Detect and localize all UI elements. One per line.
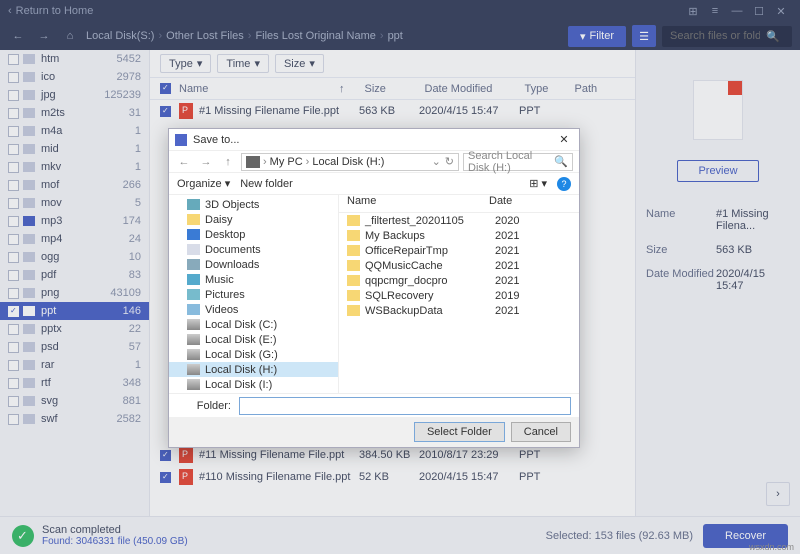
dialog-title: Save to... — [193, 134, 555, 146]
tree-item[interactable]: Downloads — [169, 257, 338, 272]
dialog-icon — [175, 134, 187, 146]
dlg-forward[interactable]: → — [197, 153, 215, 171]
folder-icon — [347, 260, 360, 271]
ico-pics-icon — [187, 289, 200, 300]
dlg-path[interactable]: ›My PC ›Local Disk (H:) ⌄↻ — [241, 153, 459, 171]
tree-item[interactable]: Daisy — [169, 212, 338, 227]
folder-icon — [347, 275, 360, 286]
dlg-search[interactable]: Search Local Disk (H:)🔍 — [463, 153, 573, 171]
tree-item[interactable]: Pictures — [169, 287, 338, 302]
tree-item[interactable]: Documents — [169, 242, 338, 257]
folder-icon — [347, 215, 360, 226]
folder-icon — [347, 290, 360, 301]
organize-menu[interactable]: Organize ▾ — [177, 177, 230, 190]
list-item[interactable]: QQMusicCache2021 — [339, 258, 579, 273]
dlg-back[interactable]: ← — [175, 153, 193, 171]
ico-down-icon — [187, 259, 200, 270]
tree-item[interactable]: Local Disk (H:) — [169, 362, 338, 377]
ico-docs-icon — [187, 244, 200, 255]
folder-tree[interactable]: 3D ObjectsDaisyDesktopDocumentsDownloads… — [169, 195, 339, 393]
watermark: wsxdn.com — [749, 542, 794, 552]
list-item[interactable]: _filtertest_202011052020 — [339, 213, 579, 228]
tree-item[interactable]: Local Disk (E:) — [169, 332, 338, 347]
ico-disk-icon — [187, 319, 200, 330]
dlg-list-header: Name Date — [339, 195, 579, 213]
list-item[interactable]: My Backups2021 — [339, 228, 579, 243]
ico-vids-icon — [187, 304, 200, 315]
ico-disk-icon — [187, 334, 200, 345]
folder-label: Folder: — [177, 400, 231, 412]
tree-item[interactable]: 3D Objects — [169, 197, 338, 212]
dialog-close-button[interactable]: ✕ — [555, 133, 573, 146]
pc-icon — [246, 156, 260, 168]
folder-icon — [347, 245, 360, 256]
ico-disk-icon — [187, 364, 200, 375]
cancel-button[interactable]: Cancel — [511, 422, 571, 442]
tree-item[interactable]: Music — [169, 272, 338, 287]
ico-3d-icon — [187, 199, 200, 210]
list-item[interactable]: OfficeRepairTmp2021 — [339, 243, 579, 258]
new-folder-button[interactable]: New folder — [240, 178, 293, 190]
dlg-up[interactable]: ↑ — [219, 153, 237, 171]
folder-icon — [347, 305, 360, 316]
help-icon[interactable]: ? — [557, 177, 571, 191]
tree-item[interactable]: Local Disk (I:) — [169, 377, 338, 392]
list-item[interactable]: WSBackupData2021 — [339, 303, 579, 318]
folder-input[interactable] — [239, 397, 571, 415]
tree-item[interactable]: Videos — [169, 302, 338, 317]
folder-icon — [347, 230, 360, 241]
view-menu[interactable]: ⊞ ▾ — [529, 177, 547, 190]
list-item[interactable]: SQLRecovery2019 — [339, 288, 579, 303]
ico-disk-icon — [187, 379, 200, 390]
tree-item[interactable]: Local Disk (C:) — [169, 317, 338, 332]
ico-music-icon — [187, 274, 200, 285]
tree-item[interactable]: Local Disk (G:) — [169, 347, 338, 362]
list-item[interactable]: qqpcmgr_docpro2021 — [339, 273, 579, 288]
tree-item[interactable]: Desktop — [169, 227, 338, 242]
ico-folder-icon — [187, 214, 200, 225]
ico-desktop-icon — [187, 229, 200, 240]
select-folder-button[interactable]: Select Folder — [414, 422, 505, 442]
ico-disk-icon — [187, 349, 200, 360]
save-dialog: Save to... ✕ ← → ↑ ›My PC ›Local Disk (H… — [168, 128, 580, 448]
